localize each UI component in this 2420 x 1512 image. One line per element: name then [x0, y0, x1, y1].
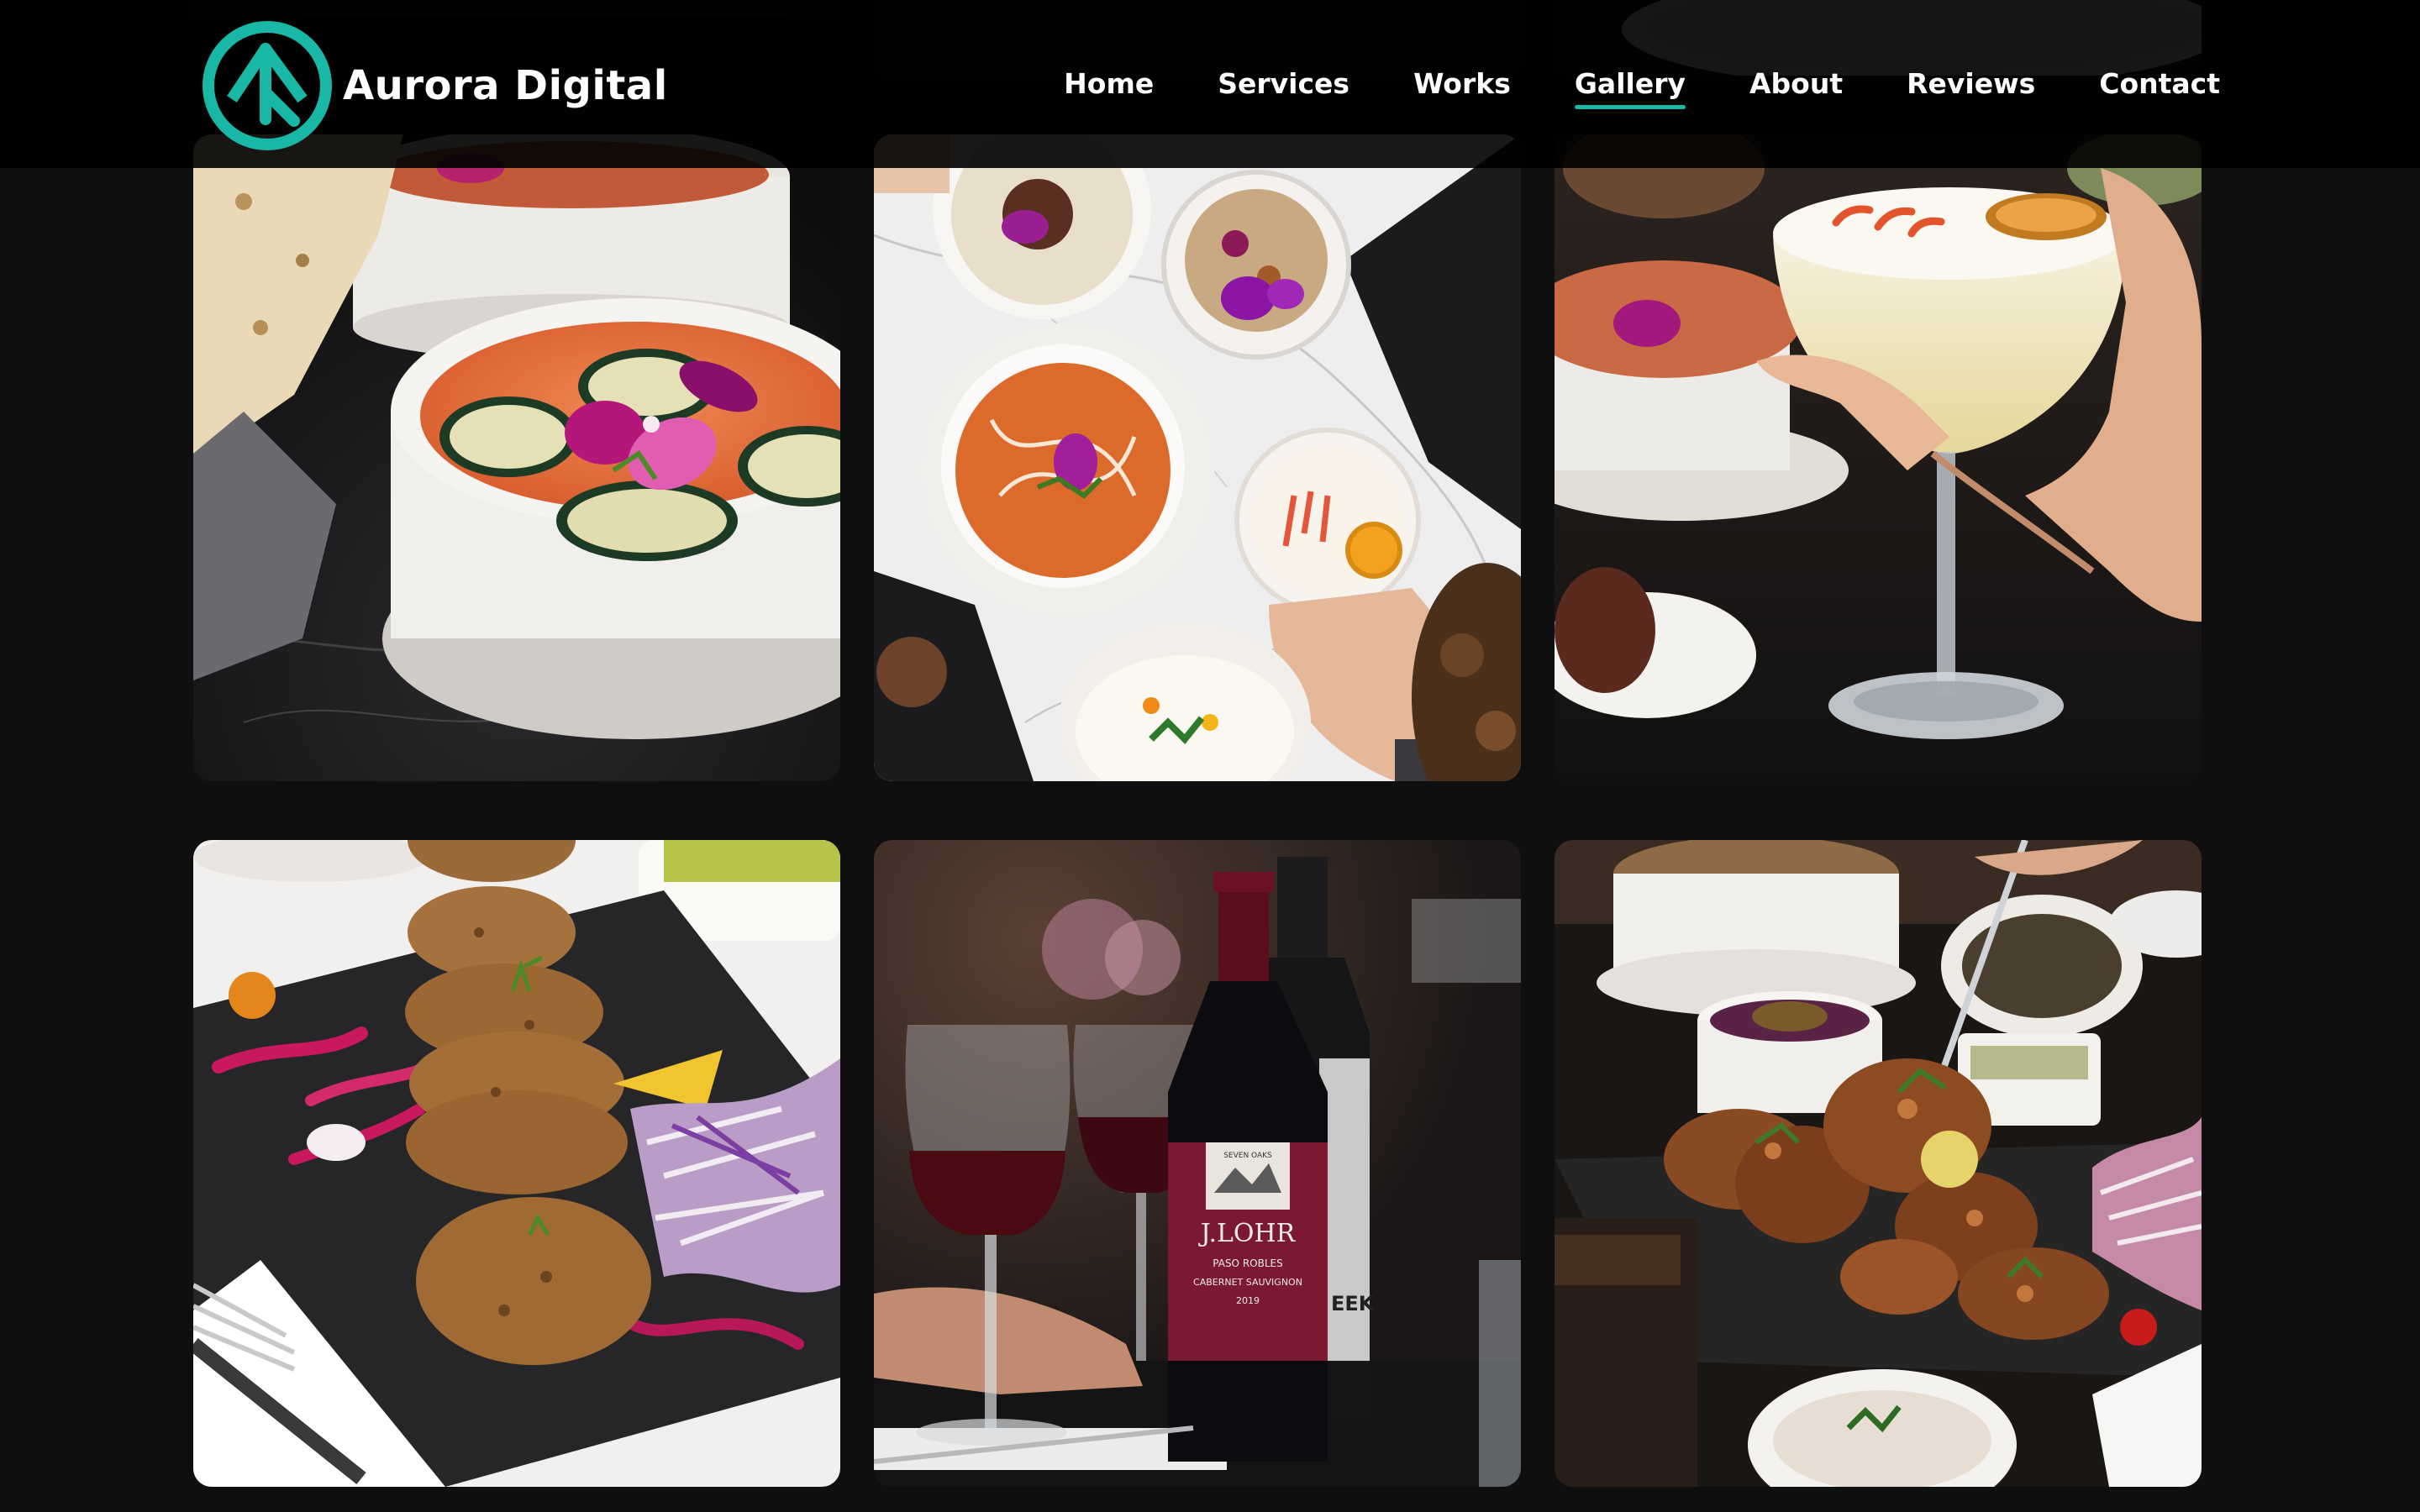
main-nav: Home Services Works Gallery About Review… — [1064, 60, 2220, 109]
svg-text:EEK: EEK — [1331, 1292, 1376, 1315]
wine-label-line1: PASO ROBLES — [1213, 1257, 1282, 1269]
wine-label-brand: J.LOHR — [1198, 1219, 1297, 1248]
site-header: Aurora Digital Home Services Works Galle… — [0, 0, 2420, 168]
gallery-photo-soup[interactable] — [193, 134, 840, 781]
gallery-photo-table-spread[interactable] — [874, 134, 1521, 781]
brand-name: Aurora Digital — [343, 62, 668, 109]
gallery-photo-cutlets[interactable] — [193, 840, 840, 1487]
nav-item-gallery[interactable]: Gallery — [1574, 60, 1686, 109]
gallery-photo-cocktail[interactable] — [1555, 134, 2202, 781]
page: EEK SEVEN OAKS J.LOHR PASO ROBLES CABERN… — [0, 0, 2420, 1512]
nav-item-contact[interactable]: Contact — [2099, 60, 2220, 108]
wine-label-line2: CABERNET SAUVIGNON — [1193, 1277, 1302, 1288]
nav-item-reviews[interactable]: Reviews — [1907, 60, 2035, 108]
wine-label-small: SEVEN OAKS — [1223, 1152, 1272, 1160]
aurora-logo-icon — [203, 21, 332, 150]
nav-item-about[interactable]: About — [1749, 60, 1843, 108]
nav-item-services[interactable]: Services — [1218, 60, 1349, 108]
nav-item-home[interactable]: Home — [1064, 60, 1154, 108]
nav-item-works[interactable]: Works — [1413, 60, 1511, 108]
brand-logo-link[interactable]: Aurora Digital — [200, 18, 668, 153]
gallery-photo-wine[interactable]: EEK SEVEN OAKS J.LOHR PASO ROBLES CABERN… — [874, 840, 1521, 1487]
wine-label-year: 2019 — [1236, 1295, 1260, 1306]
gallery-photo-fried-chicken[interactable] — [1555, 840, 2202, 1487]
